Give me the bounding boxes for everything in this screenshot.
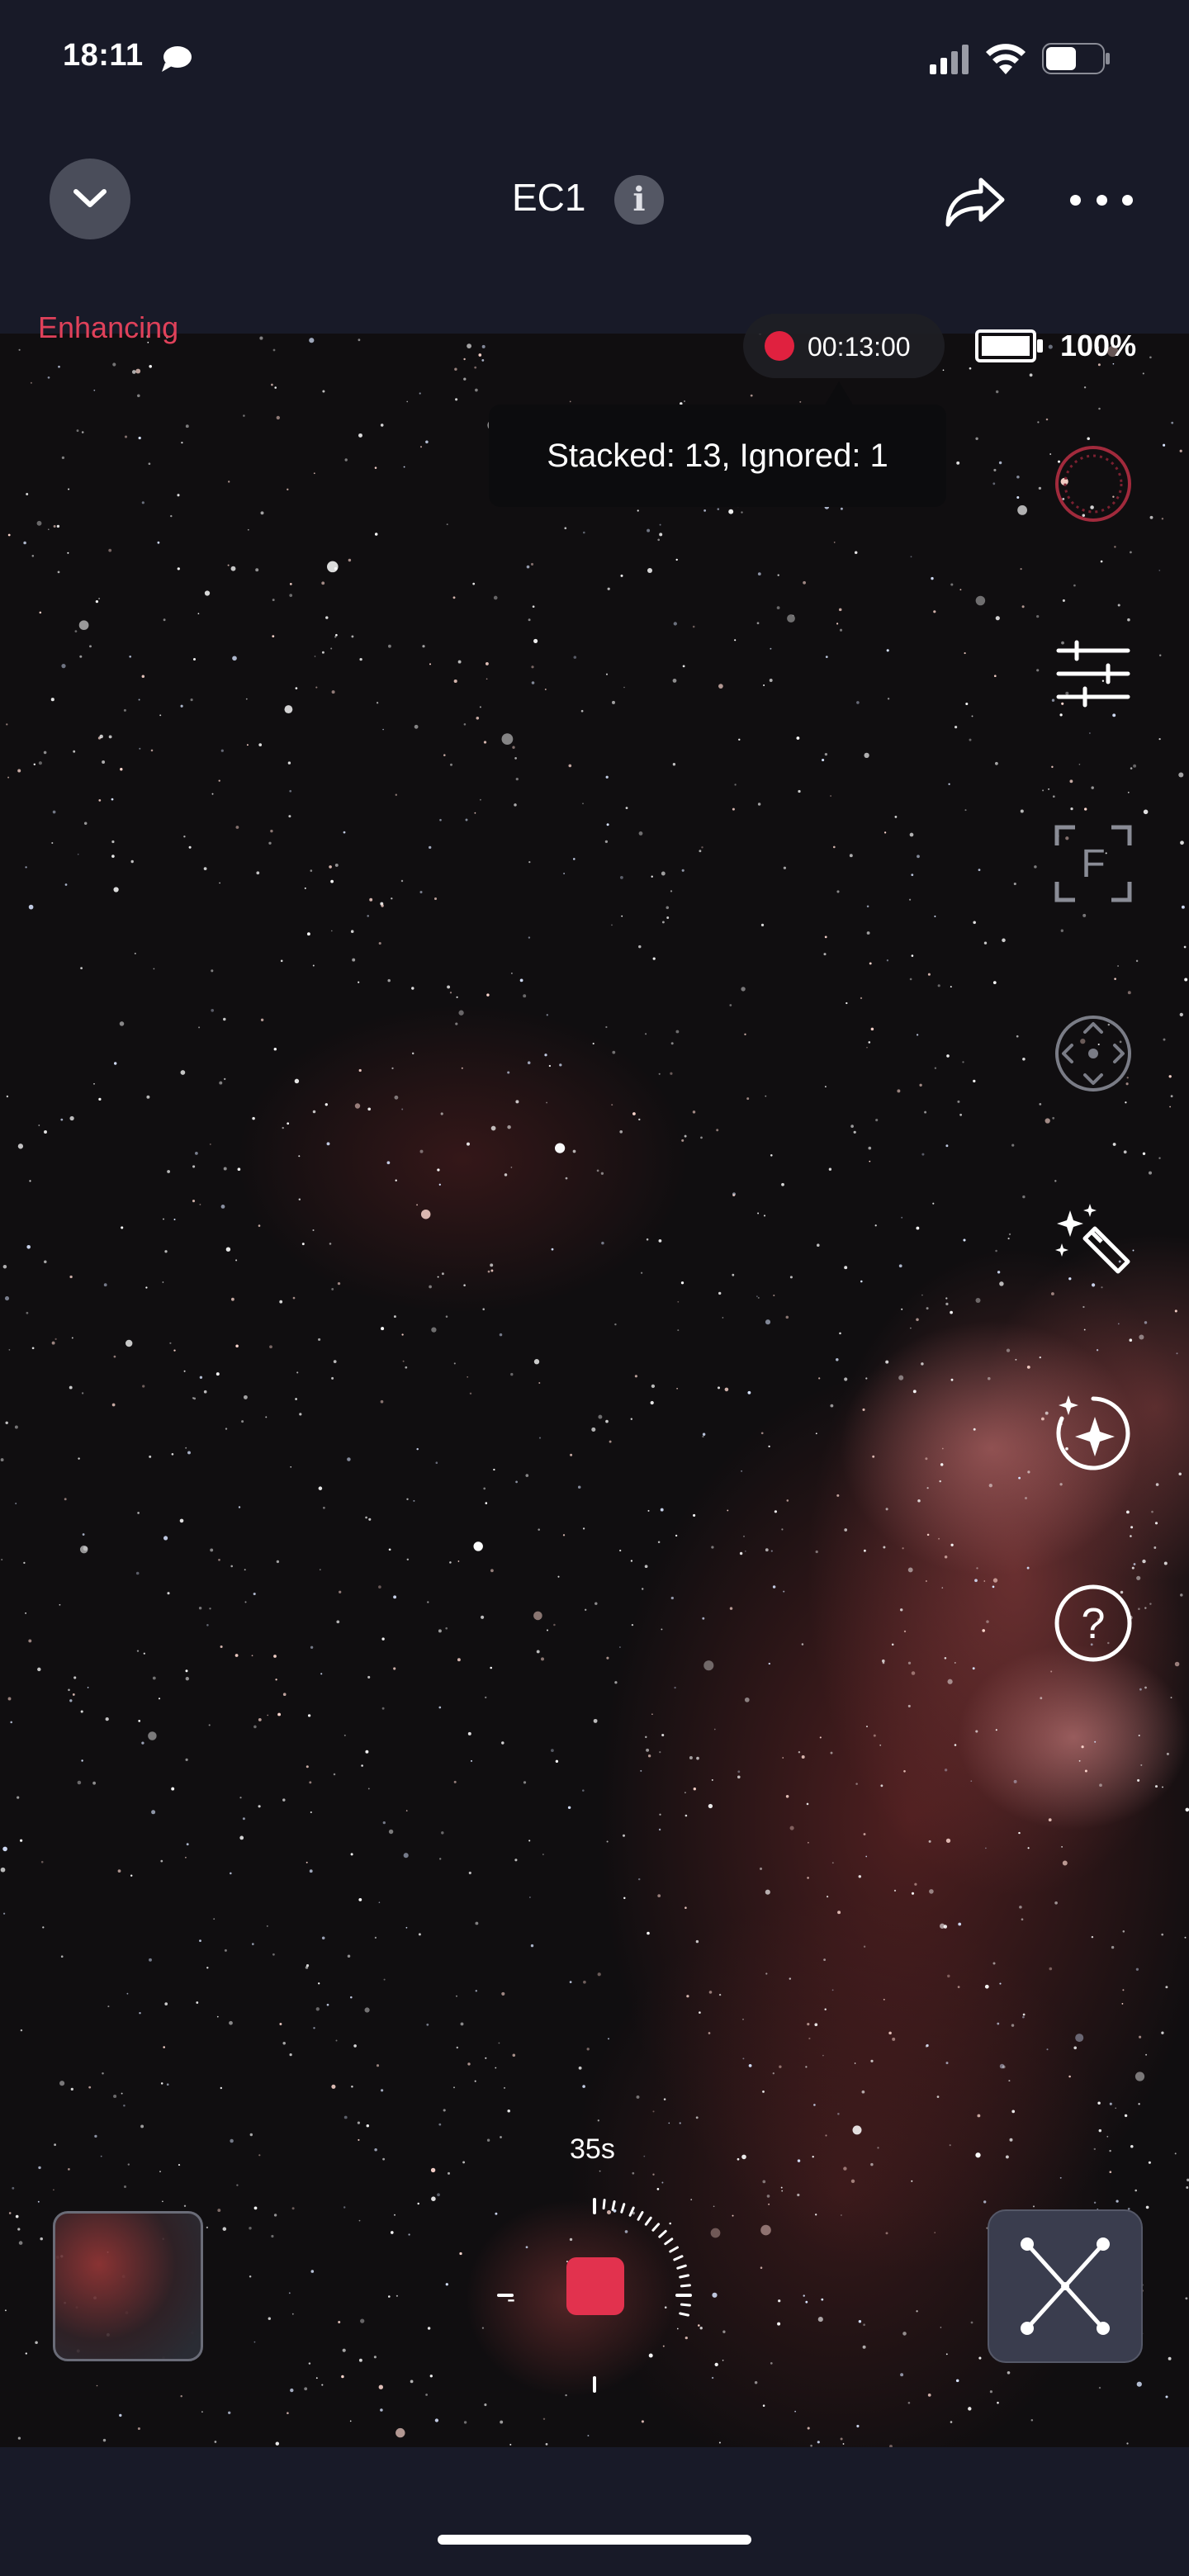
dial-tick <box>628 2206 635 2217</box>
info-button[interactable]: ℹ <box>614 175 664 225</box>
dial-minus-label: - <box>507 2285 515 2313</box>
dial-tick <box>651 2223 661 2232</box>
tooltip-arrow <box>824 381 854 406</box>
dial-tick <box>676 2264 687 2270</box>
share-button[interactable] <box>941 170 1007 230</box>
signal-icon <box>930 45 969 74</box>
status-time: 18:11 <box>63 38 144 73</box>
dial-tick <box>620 2203 626 2214</box>
mode-status-label: Enhancing <box>38 310 179 344</box>
dial-tick <box>637 2211 644 2221</box>
gallery-thumbnail[interactable] <box>53 2211 203 2361</box>
move-pad-icon[interactable] <box>1052 1012 1135 1095</box>
magic-wand-icon[interactable] <box>1052 1202 1135 1285</box>
help-glyph: ? <box>1082 1600 1106 1648</box>
constellation-icon <box>1021 2237 1110 2335</box>
sparkle-icon[interactable] <box>1052 1392 1135 1475</box>
dial-tick <box>680 2284 691 2288</box>
help-icon[interactable]: ? <box>1052 1582 1135 1664</box>
bottom-bar <box>0 2447 1189 2576</box>
wifi-icon <box>986 44 1026 74</box>
stack-count-text: Stacked: 13, Ignored: 1 <box>547 437 888 474</box>
chat-bubble-icon <box>162 46 192 72</box>
focus-icon[interactable]: F <box>1052 822 1135 905</box>
device-battery-label: 100% <box>1060 329 1137 362</box>
collapse-button[interactable] <box>50 159 130 239</box>
record-ring-icon[interactable] <box>1052 443 1135 525</box>
dial-tick <box>669 2246 679 2253</box>
dial-tick <box>664 2237 674 2246</box>
recording-timer[interactable]: 00:13:00 <box>743 314 945 378</box>
device-title: EC1 <box>512 176 586 219</box>
exposure-time-label: 35s <box>570 2133 615 2165</box>
more-dot <box>1070 194 1081 206</box>
dial-tick <box>644 2216 652 2226</box>
live-image-viewport[interactable] <box>0 334 1189 2447</box>
dial-tick <box>658 2229 667 2238</box>
device-battery-icon <box>975 329 1043 362</box>
dial-tick <box>679 2312 689 2317</box>
more-dot <box>1122 194 1133 206</box>
info-icon: ℹ <box>632 181 646 219</box>
battery-icon <box>1042 43 1110 74</box>
stop-recording-button[interactable] <box>566 2257 624 2315</box>
stack-count-tooltip: Stacked: 13, Ignored: 1 <box>489 405 946 507</box>
stacking-mode-button[interactable] <box>988 2209 1143 2363</box>
dial-tick <box>673 2255 684 2261</box>
dial-tick <box>611 2200 616 2211</box>
recording-elapsed: 00:13:00 <box>808 332 911 362</box>
more-dot <box>1096 194 1107 206</box>
focus-letter: F <box>1081 842 1105 886</box>
chevron-down-icon <box>73 189 107 207</box>
recording-dot-icon <box>765 331 794 361</box>
starfield <box>0 334 1189 2447</box>
more-button[interactable] <box>1070 182 1133 218</box>
sliders-icon[interactable] <box>1052 632 1135 715</box>
dial-tick <box>679 2274 689 2279</box>
dial-tick <box>680 2303 691 2307</box>
home-indicator[interactable] <box>438 2535 751 2545</box>
